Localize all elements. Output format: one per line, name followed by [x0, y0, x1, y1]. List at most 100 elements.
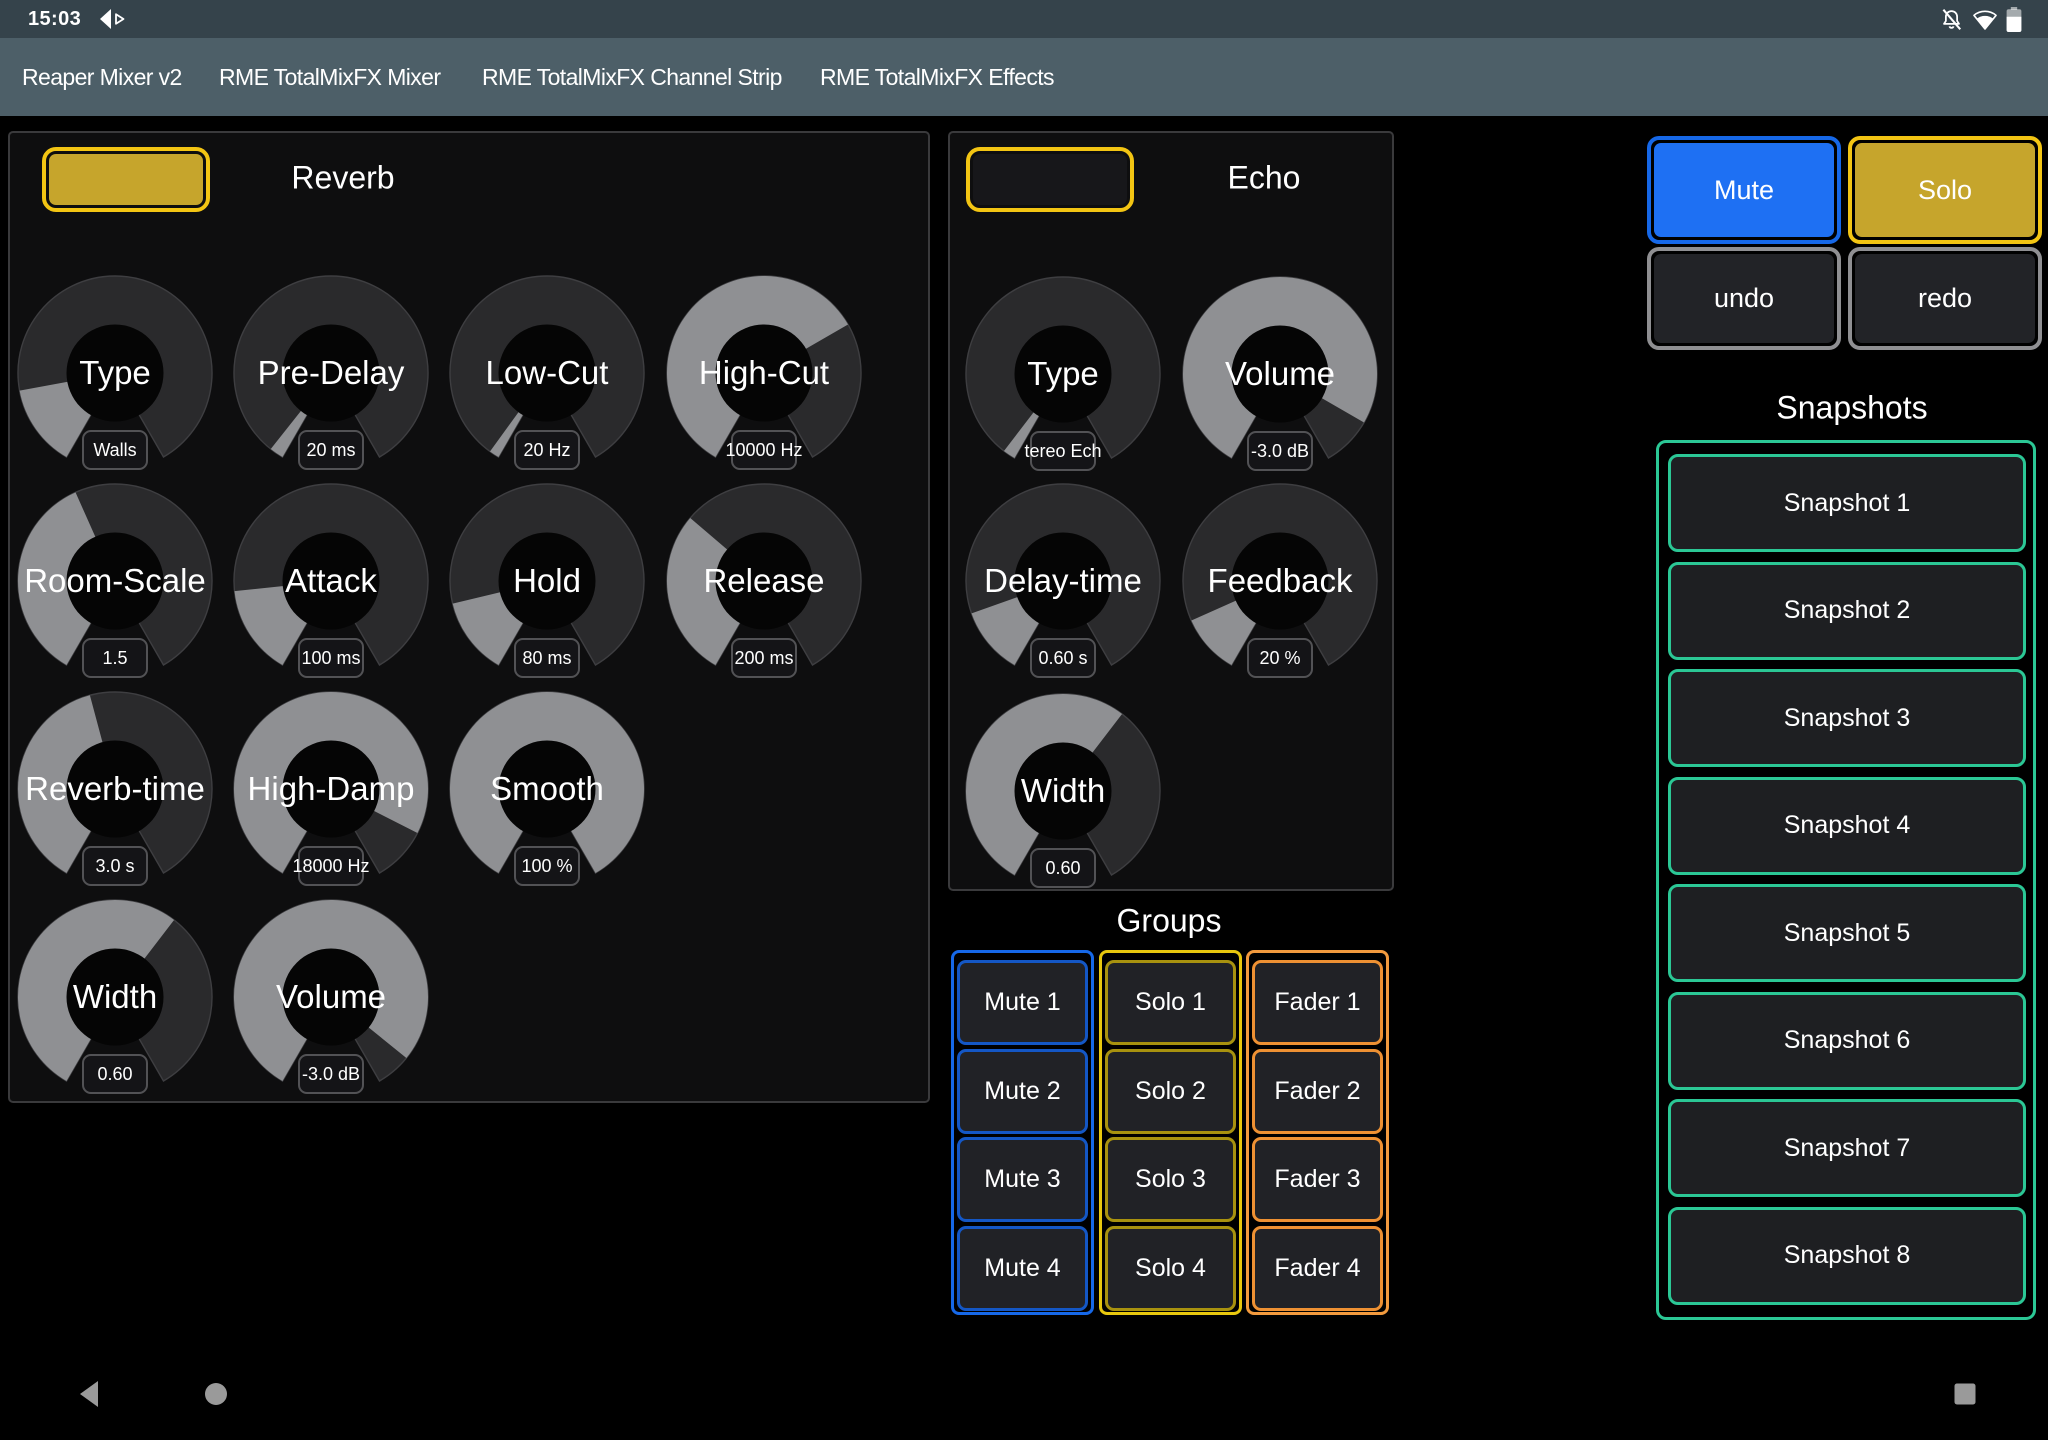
knob-reverb-smooth[interactable]: Smooth 100 % — [447, 689, 647, 889]
knob-value: 1.5 — [102, 648, 127, 669]
tab-rme-effects[interactable]: RME TotalMixFX Effects — [820, 38, 1054, 116]
knob-echo-delay-time[interactable]: Delay-time 0.60 s — [963, 481, 1163, 681]
snapshot-button-1[interactable]: Snapshot 1 — [1668, 454, 2026, 552]
knob-reverb-type[interactable]: Type Walls — [15, 273, 215, 473]
snapshot-button-4[interactable]: Snapshot 4 — [1668, 777, 2026, 875]
knob-reverb-hold[interactable]: Hold80 ms — [447, 481, 647, 681]
knob-label: Attack — [285, 562, 377, 600]
tab-rme-channel-strip[interactable]: RME TotalMixFX Channel Strip — [482, 38, 782, 116]
solo-button[interactable]: Solo — [1848, 136, 2042, 244]
snapshot-button-2[interactable]: Snapshot 2 — [1668, 562, 2026, 660]
undo-button[interactable]: undo — [1647, 247, 1841, 350]
group-button-mute-4[interactable]: Mute 4 — [957, 1226, 1088, 1311]
knob-label: Smooth — [490, 770, 604, 808]
knob-label: Room-Scale — [24, 562, 206, 600]
knob-reverb-width[interactable]: Width 0.60 — [15, 897, 215, 1097]
recents-icon[interactable] — [1954, 1383, 1976, 1405]
button-label: redo — [1855, 254, 2035, 343]
tab-reaper-mixer[interactable]: Reaper Mixer v2 — [22, 38, 182, 116]
mute-button[interactable]: Mute — [1647, 136, 1841, 244]
knob-value-box: 20 Hz — [514, 430, 580, 470]
knob-label: Low-Cut — [486, 354, 609, 392]
knob-value: 0.60 — [1045, 858, 1080, 879]
snapshots-title: Snapshots — [1776, 390, 1927, 427]
knob-label: Reverb-time — [25, 770, 205, 808]
group-button-mute-2[interactable]: Mute 2 — [957, 1049, 1088, 1134]
snapshot-button-6[interactable]: Snapshot 6 — [1668, 992, 2026, 1090]
back-icon[interactable] — [78, 1380, 102, 1408]
notifications-off-icon — [1939, 7, 1964, 32]
knob-value: 18000 Hz — [292, 856, 369, 877]
knob-reverb-low-cut[interactable]: Low-Cut 20 Hz — [447, 273, 647, 473]
knob-label: Width — [1021, 772, 1105, 810]
tab-bar: Reaper Mixer v2 RME TotalMixFX Mixer RME… — [0, 38, 2048, 116]
knob-value: 20 % — [1259, 648, 1300, 669]
knob-reverb-release[interactable]: Release 200 ms — [664, 481, 864, 681]
reverb-enable-toggle[interactable] — [42, 147, 210, 212]
group-button-mute-3[interactable]: Mute 3 — [957, 1137, 1088, 1222]
redo-button[interactable]: redo — [1848, 247, 2042, 350]
group-button-fader-4[interactable]: Fader 4 — [1252, 1226, 1383, 1311]
knob-value-box: Walls — [82, 430, 148, 470]
knob-value: 10000 Hz — [725, 440, 802, 461]
knob-value-box: 0.60 s — [1030, 638, 1096, 678]
knob-value: 3.0 s — [95, 856, 134, 877]
status-time: 15:03 — [28, 0, 81, 38]
knob-value: 200 ms — [734, 648, 793, 669]
button-label: undo — [1654, 254, 1834, 343]
knob-value: Walls — [93, 440, 136, 461]
knob-value-box: 1.5 — [82, 638, 148, 678]
sound-icon — [99, 9, 129, 34]
knob-echo-type[interactable]: Typetereo Ech — [963, 274, 1163, 474]
snapshot-button-5[interactable]: Snapshot 5 — [1668, 884, 2026, 982]
tab-rme-mixer[interactable]: RME TotalMixFX Mixer — [219, 38, 440, 116]
knob-value: -3.0 dB — [1251, 441, 1309, 462]
knob-echo-width[interactable]: Width 0.60 — [963, 691, 1163, 891]
knob-label: Release — [703, 562, 824, 600]
knob-echo-volume[interactable]: Volume -3.0 dB — [1180, 274, 1380, 474]
battery-icon — [2006, 7, 2022, 32]
group-button-fader-3[interactable]: Fader 3 — [1252, 1137, 1383, 1222]
knob-reverb-volume[interactable]: Volume-3.0 dB — [231, 897, 431, 1097]
knob-echo-feedback[interactable]: Feedback 20 % — [1180, 481, 1380, 681]
snapshot-button-7[interactable]: Snapshot 7 — [1668, 1099, 2026, 1197]
group-button-mute-1[interactable]: Mute 1 — [957, 960, 1088, 1045]
knob-value: 80 ms — [522, 648, 571, 669]
knob-label: Volume — [1225, 355, 1335, 393]
snapshot-button-8[interactable]: Snapshot 8 — [1668, 1207, 2026, 1305]
knob-reverb-attack[interactable]: Attack100 ms — [231, 481, 431, 681]
knob-label: Feedback — [1208, 562, 1353, 600]
knob-value: 20 ms — [306, 440, 355, 461]
status-right-icons — [1939, 0, 2022, 38]
button-label: Solo — [1855, 143, 2035, 237]
nav-bar — [0, 1348, 2048, 1440]
knob-value-box: 100 % — [514, 846, 580, 886]
echo-enable-toggle[interactable] — [966, 147, 1134, 212]
knob-label: Width — [73, 978, 157, 1016]
wifi-icon — [1972, 7, 1998, 31]
knob-value: 0.60 s — [1038, 648, 1087, 669]
group-button-solo-2[interactable]: Solo 2 — [1105, 1049, 1236, 1134]
echo-enable-fill — [973, 154, 1127, 205]
knob-label: Type — [1027, 355, 1099, 393]
knob-label: Pre-Delay — [258, 354, 405, 392]
knob-value-box: 10000 Hz — [731, 430, 797, 470]
snapshot-button-3[interactable]: Snapshot 3 — [1668, 669, 2026, 767]
status-bar: 15:03 — [0, 0, 2048, 38]
group-button-fader-1[interactable]: Fader 1 — [1252, 960, 1383, 1045]
knob-value: 0.60 — [97, 1064, 132, 1085]
group-button-solo-1[interactable]: Solo 1 — [1105, 960, 1236, 1045]
knob-value-box: 0.60 — [82, 1054, 148, 1094]
home-icon[interactable] — [204, 1382, 228, 1406]
knob-reverb-reverb-time[interactable]: Reverb-time 3.0 s — [15, 689, 215, 889]
group-button-fader-2[interactable]: Fader 2 — [1252, 1049, 1383, 1134]
echo-panel-title: Echo — [1228, 160, 1301, 197]
knob-label: Delay-time — [984, 562, 1142, 600]
group-button-solo-4[interactable]: Solo 4 — [1105, 1226, 1236, 1311]
knob-reverb-high-damp[interactable]: High-Damp18000 Hz — [231, 689, 431, 889]
knob-reverb-room-scale[interactable]: Room-Scale 1.5 — [15, 481, 215, 681]
knob-label: Type — [79, 354, 151, 392]
knob-reverb-pre-delay[interactable]: Pre-Delay 20 ms — [231, 273, 431, 473]
knob-reverb-high-cut[interactable]: High-Cut10000 Hz — [664, 273, 864, 473]
group-button-solo-3[interactable]: Solo 3 — [1105, 1137, 1236, 1222]
